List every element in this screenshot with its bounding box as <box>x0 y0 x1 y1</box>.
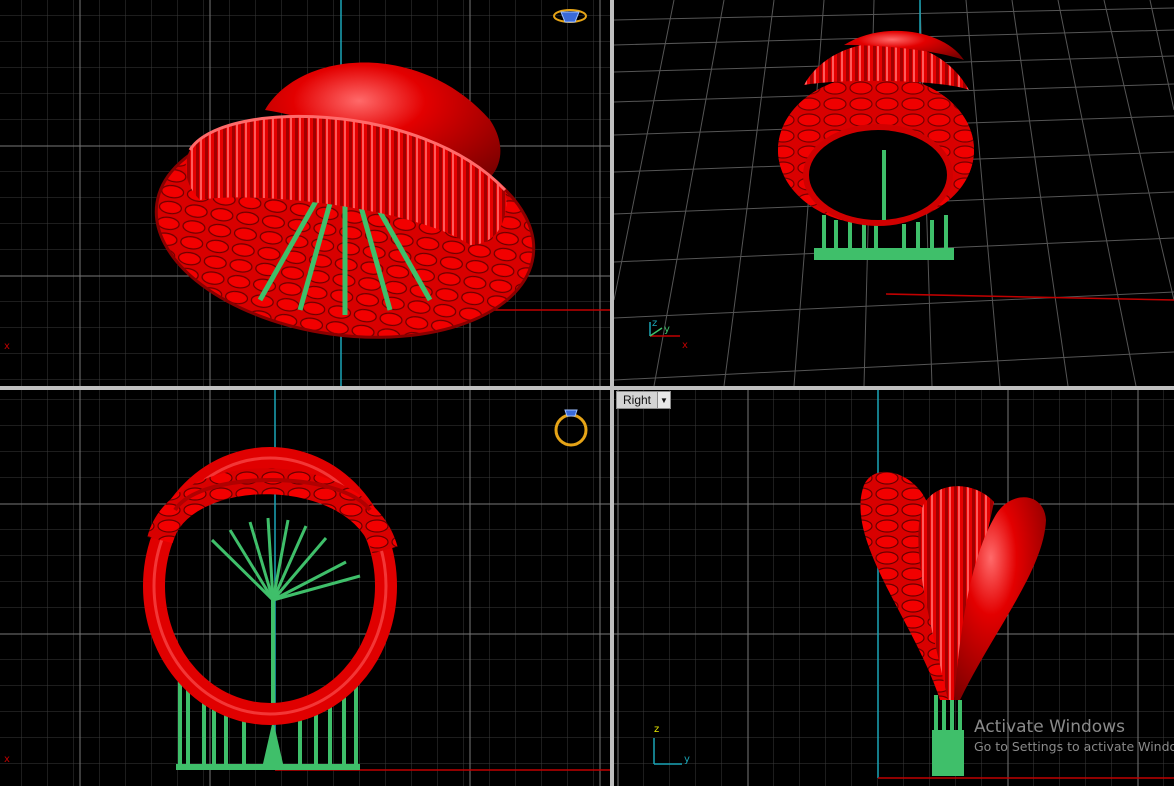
activate-windows-title: Activate Windows <box>974 717 1125 737</box>
persp-y-label: y <box>664 324 670 335</box>
viewport-label-text: Right <box>623 393 652 407</box>
persp-z-label: z <box>652 318 658 329</box>
right-y-label: y <box>684 754 690 765</box>
right-z-label: z <box>654 724 660 735</box>
top-viewport[interactable]: x <box>0 0 610 386</box>
activate-windows-watermark: Activate Windows Go to Settings to activ… <box>974 716 1174 756</box>
front-viewport-canvas[interactable] <box>0 390 610 786</box>
top-viewport-canvas[interactable] <box>0 0 610 386</box>
perspective-viewport[interactable]: z y x <box>614 0 1174 386</box>
persp-x-label: x <box>682 340 688 351</box>
viewport-label-right[interactable]: Right ▼ <box>616 391 672 409</box>
x-axis-label: x <box>4 341 10 352</box>
front-viewport[interactable]: x <box>0 390 610 786</box>
front-x-label: x <box>4 754 10 765</box>
vertical-viewport-divider[interactable] <box>610 0 614 786</box>
perspective-viewport-canvas[interactable] <box>614 0 1174 386</box>
horizontal-viewport-divider[interactable] <box>0 386 1174 390</box>
chevron-down-icon[interactable]: ▼ <box>657 392 671 408</box>
activate-windows-subtitle: Go to Settings to activate Windows. <box>974 739 1174 754</box>
